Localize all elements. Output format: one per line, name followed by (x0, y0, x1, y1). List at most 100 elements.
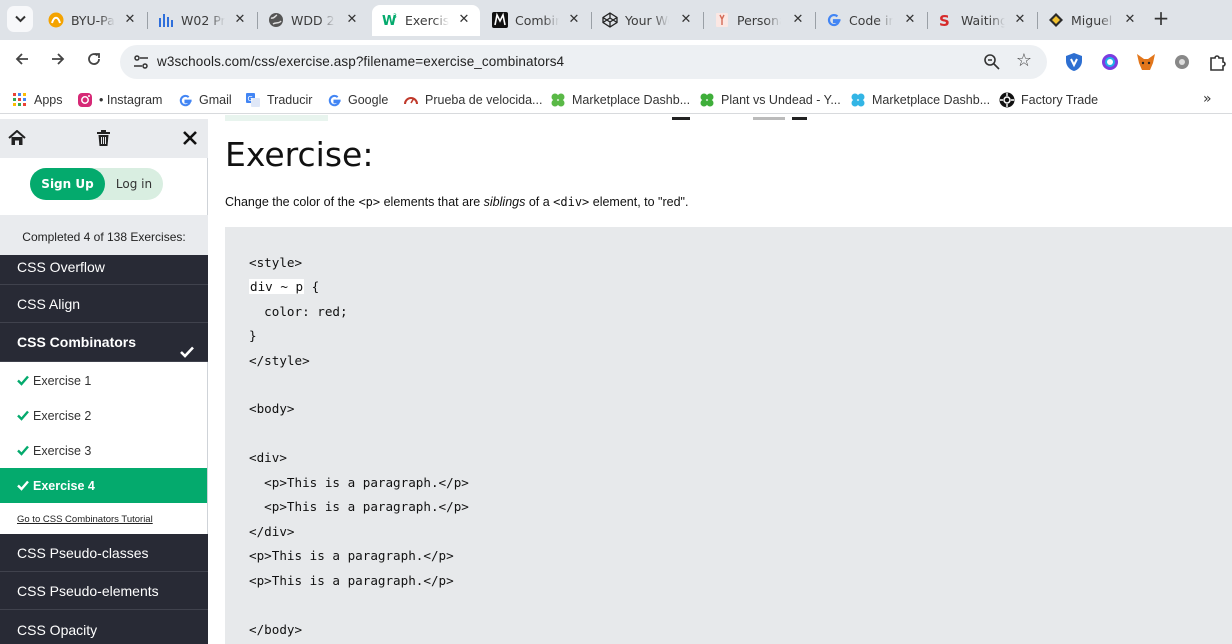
metamask-fox-icon[interactable] (1136, 52, 1156, 72)
reload-icon[interactable] (82, 51, 106, 73)
extensions-puzzle-icon[interactable] (1208, 52, 1228, 72)
bookmark-label: • Instagram (99, 93, 163, 107)
vpn-shield-icon[interactable] (1064, 52, 1084, 72)
exercise-item-active[interactable]: Exercise 4 (0, 468, 207, 503)
exercise-sidebar: Sign Up Log in Completed 4 of 138 Exerci… (0, 119, 208, 644)
close-icon[interactable]: ✕ (122, 12, 138, 28)
bookmark-item[interactable]: Google (326, 91, 388, 109)
code-line: <p>This is a paragraph.</p> (249, 475, 469, 490)
close-icon[interactable]: ✕ (344, 12, 360, 28)
close-icon[interactable]: ✕ (902, 12, 918, 28)
code-line: </body> (249, 622, 303, 637)
address-bar[interactable]: w3schools.com/css/exercise.asp?filename=… (120, 45, 1047, 79)
fork-icon (714, 12, 730, 28)
bookmark-item[interactable]: Apps (12, 91, 63, 109)
bookmark-star-icon[interactable]: ☆ (1016, 50, 1032, 71)
chapter-css-opacity[interactable]: CSS Opacity (0, 610, 208, 644)
tab-title: Your Work (625, 13, 669, 28)
chapter-css-overflow[interactable]: CSS Overflow (0, 255, 208, 285)
code-line: color: red; (249, 304, 348, 319)
zoom-icon[interactable] (983, 53, 1001, 71)
browser-tab[interactable]: Combinators ✕ (482, 5, 590, 36)
bookmark-item[interactable]: • Instagram (77, 91, 162, 109)
settings-gear-icon[interactable] (1172, 52, 1192, 72)
exercise-item[interactable]: Exercise 2 (0, 398, 207, 433)
browser-tab[interactable]: Code in ✕ (816, 5, 926, 36)
chevron-down-icon (14, 13, 26, 26)
bar-chart-icon (158, 12, 174, 28)
exercise-label: Exercise 2 (33, 408, 92, 423)
globe-icon (268, 12, 284, 28)
chapter-css-pseudo-classes[interactable]: CSS Pseudo-classes (0, 534, 208, 572)
browser-tab[interactable]: Personal ✕ (704, 5, 814, 36)
close-icon[interactable]: ✕ (790, 12, 806, 28)
instr-code-div: <div> (553, 195, 590, 209)
login-button[interactable]: Log in (105, 168, 163, 200)
browser-tab[interactable]: S Waiting ✕ (928, 5, 1036, 36)
bookmark-item[interactable]: Marketplace Dashb... (550, 91, 690, 109)
close-icon[interactable]: ✕ (1012, 12, 1028, 28)
signup-button[interactable]: Sign Up (30, 168, 105, 200)
close-icon[interactable]: ✕ (232, 12, 248, 28)
top-ad-remnant (753, 117, 785, 120)
m-icon (492, 12, 508, 28)
clover-green-icon (699, 92, 715, 108)
url-text: w3schools.com/css/exercise.asp?filename=… (157, 54, 565, 69)
chevron-double-right-icon[interactable]: » (1203, 91, 1212, 107)
exercise-instructions: Change the color of the <p> elements tha… (225, 195, 688, 209)
instr-code-p: <p> (358, 195, 381, 209)
close-icon[interactable]: ✕ (566, 12, 582, 28)
code-line: <body> (249, 401, 295, 416)
bookmark-label: Google (348, 93, 389, 107)
speedometer-icon (403, 92, 419, 108)
clover-green-icon (550, 92, 566, 108)
browser-tab[interactable]: WDD 231 ✕ (258, 5, 368, 36)
bookmark-item[interactable]: Marketplace Dashb... (850, 91, 990, 109)
auth-toggle: Sign Up Log in (30, 168, 163, 200)
home-icon[interactable] (6, 128, 28, 148)
chapter-css-pseudo-elements[interactable]: CSS Pseudo-elements (0, 572, 208, 610)
exercise-item[interactable]: Exercise 3 (0, 433, 207, 468)
browser-tab[interactable]: BYU-Pathway ✕ (38, 5, 146, 36)
close-icon[interactable]: ✕ (1122, 12, 1138, 28)
tab-title: Exercise (405, 13, 449, 28)
new-tab-button[interactable]: + (1150, 8, 1172, 30)
bookmark-item[interactable]: Plant vs Undead - Y... (699, 91, 841, 109)
top-ad-remnant (225, 115, 328, 121)
diamond-icon (1048, 12, 1064, 28)
close-icon[interactable]: ✕ (678, 12, 694, 28)
bookmark-label: Factory Trade (1021, 93, 1099, 107)
answer-input[interactable]: div ~ p (249, 279, 305, 294)
svg-text:S: S (939, 12, 950, 28)
code-line: </div> (249, 524, 295, 539)
bookmark-item[interactable]: G Traducir (245, 91, 312, 109)
close-icon[interactable] (179, 128, 201, 148)
tab-search-button[interactable] (7, 6, 33, 32)
site-settings-icon[interactable] (132, 53, 150, 71)
bookmark-item[interactable]: Factory Trade (999, 91, 1098, 109)
forward-arrow-icon[interactable] (46, 51, 70, 73)
browser-tab[interactable]: Miguel ✕ (1038, 5, 1146, 36)
browser-tab[interactable]: W02 Prove ✕ (148, 5, 256, 36)
browser-tab[interactable]: Your Work ✕ (592, 5, 702, 36)
svg-text:3: 3 (393, 13, 397, 20)
chapter-css-combinators[interactable]: CSS Combinators (0, 323, 208, 362)
bookmark-item[interactable]: Prueba de velocida... (403, 91, 542, 109)
tab-title: Code in (849, 13, 893, 28)
tutorial-link[interactable]: Go to CSS Combinators Tutorial (17, 514, 153, 525)
exercise-label: Exercise 3 (33, 443, 92, 458)
google-icon (326, 92, 342, 108)
exercise-label: Exercise 4 (33, 478, 95, 493)
color-picker-icon[interactable] (1100, 52, 1120, 72)
browser-tab-active[interactable]: W3 Exercise ✕ (372, 5, 480, 36)
back-arrow-icon[interactable] (10, 51, 34, 73)
completed-count: Completed 4 of 138 Exercises: (0, 215, 208, 255)
trash-icon[interactable] (92, 128, 114, 148)
bookmarks-bar: Apps • Instagram Gmail G Traducir Google… (0, 84, 1232, 114)
close-icon[interactable]: ✕ (456, 12, 472, 28)
google-icon (177, 92, 193, 108)
top-ad-remnant (792, 117, 807, 120)
exercise-item[interactable]: Exercise 1 (0, 363, 207, 398)
chapter-css-align[interactable]: CSS Align (0, 285, 208, 323)
bookmark-item[interactable]: Gmail (177, 91, 232, 109)
